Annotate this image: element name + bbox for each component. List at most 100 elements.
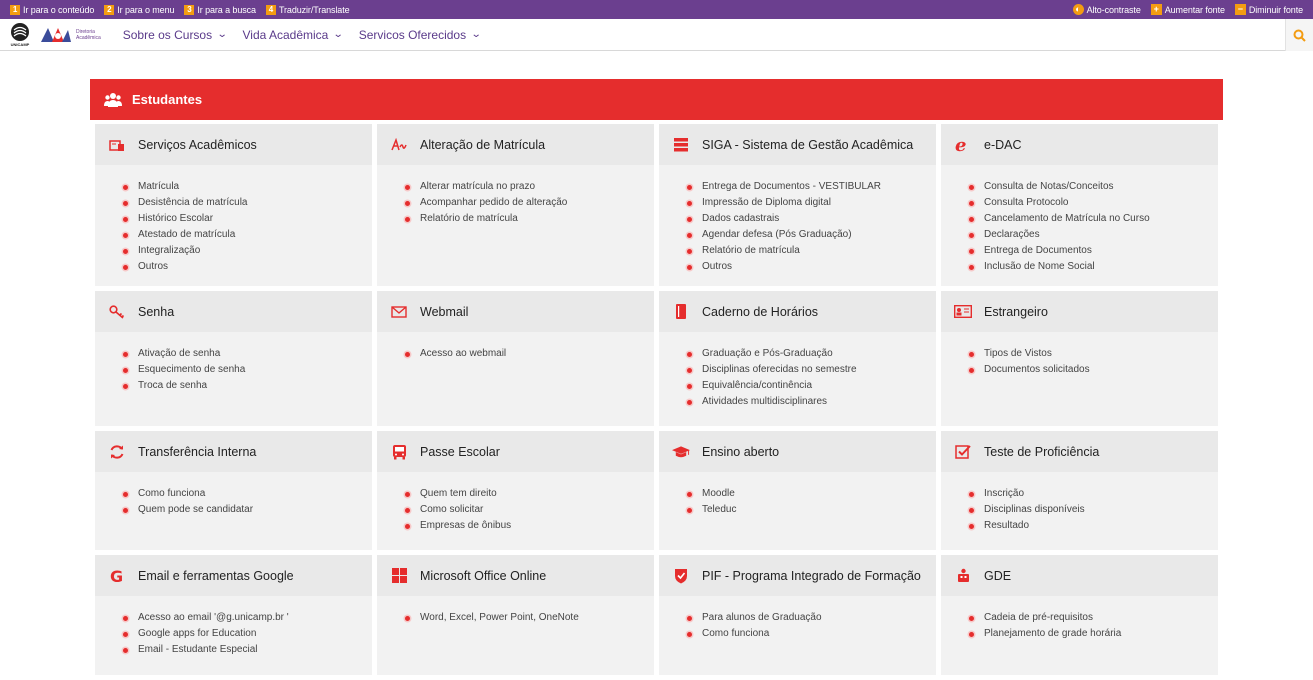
service-link[interactable]: Teleduc [687,502,936,518]
service-link[interactable]: Atestado de matrícula [123,227,372,243]
nav-servicos-oferecidos[interactable]: Servicos Oferecidos ⌄ [359,28,482,42]
skip-to-menu-link[interactable]: 2 Ir para o menu [104,4,175,15]
service-card-header[interactable]: e e-DAC [941,124,1218,165]
service-link[interactable]: Acompanhar pedido de alteração [405,195,654,211]
service-link[interactable]: Google apps for Education [123,626,372,642]
service-link[interactable]: Para alunos de Graduação [687,610,936,626]
service-card-header[interactable]: PIF - Programa Integrado de Formação [659,555,936,596]
nav-sobre-os-cursos[interactable]: Sobre os Cursos ⌄ [123,28,228,42]
service-link[interactable]: Graduação e Pós-Graduação [687,346,936,362]
service-link[interactable]: Cancelamento de Matrícula no Curso [969,211,1218,227]
service-link[interactable]: Alterar matrícula no prazo [405,179,654,195]
dac-logo[interactable]: Diretoria Acadêmica [40,26,101,44]
service-card-header[interactable]: G Email e ferramentas Google [95,555,372,596]
service-card-title: Passe Escolar [420,444,500,459]
unicamp-logo[interactable]: UNICAMP [8,22,32,48]
service-link[interactable]: Disciplinas oferecidas no semestre [687,362,936,378]
service-card-header[interactable]: Serviços Acadêmicos [95,124,372,165]
service-link[interactable]: Histórico Escolar [123,211,372,227]
service-link[interactable]: Integralização [123,243,372,259]
service-link[interactable]: Agendar defesa (Pós Graduação) [687,227,936,243]
high-contrast-button[interactable]: ◐ Alto-contraste [1072,4,1141,15]
service-link[interactable]: Inscrição [969,486,1218,502]
service-card-header[interactable]: Webmail [377,291,654,332]
shortcut-badge: 3 [184,4,195,15]
bullet-icon [123,216,128,222]
section-title: Estudantes [132,92,203,107]
service-link[interactable]: Outros [123,259,372,275]
bullet-icon [123,184,128,190]
service-link-label: Como funciona [138,488,206,499]
service-link[interactable]: Matrícula [123,179,372,195]
increase-font-button[interactable]: + Aumentar fonte [1150,4,1225,15]
bullet-icon [123,248,128,254]
skip-to-search-link[interactable]: 3 Ir para a busca [184,4,256,15]
service-card-header[interactable]: Ensino aberto [659,431,936,472]
service-link[interactable]: Relatório de matrícula [687,243,936,259]
service-link[interactable]: Entrega de Documentos - VESTIBULAR [687,179,936,195]
service-link[interactable]: Quem tem direito [405,486,654,502]
service-link-label: Documentos solicitados [984,364,1090,375]
service-card-header[interactable]: Senha [95,291,372,332]
service-card-header[interactable]: Alteração de Matrícula [377,124,654,165]
service-link[interactable]: Email - Estudante Especial [123,642,372,658]
service-link[interactable]: Ativação de senha [123,346,372,362]
service-card-header[interactable]: Passe Escolar [377,431,654,472]
service-link[interactable]: Como funciona [123,486,372,502]
service-link[interactable]: Dados cadastrais [687,211,936,227]
decrease-font-button[interactable]: − Diminuir fonte [1234,4,1303,15]
service-link[interactable]: Relatório de matrícula [405,211,654,227]
service-link-list: Entrega de Documentos - VESTIBULAR Impres… [687,179,936,275]
service-card: Alteração de Matrícula Alterar matrícula … [377,124,654,286]
service-card-title: Serviços Acadêmicos [138,137,257,152]
service-link[interactable]: Inclusão de Nome Social [969,259,1218,275]
service-link[interactable]: Cadeia de pré-requisitos [969,610,1218,626]
service-link[interactable]: Documentos solicitados [969,362,1218,378]
service-link[interactable]: Como funciona [687,626,936,642]
service-link[interactable]: Disciplinas disponíveis [969,502,1218,518]
service-link[interactable]: Word, Excel, Power Point, OneNote [405,610,654,626]
translate-link[interactable]: 4 Traduzir/Translate [265,4,350,15]
service-link-label: Moodle [702,488,735,499]
service-card-header[interactable]: Teste de Proficiência [941,431,1218,472]
service-link[interactable]: Consulta de Notas/Conceitos [969,179,1218,195]
service-link-label: Quem pode se candidatar [138,504,254,515]
service-card-header[interactable]: Transferência Interna [95,431,372,472]
nav-vida-academica[interactable]: Vida Acadêmica ⌄ [243,28,344,42]
service-card-header[interactable]: GDE [941,555,1218,596]
service-link[interactable]: Resultado [969,518,1218,534]
service-link[interactable]: Moodle [687,486,936,502]
service-link[interactable]: Declarações [969,227,1218,243]
service-link[interactable]: Desistência de matrícula [123,195,372,211]
service-card-header[interactable]: SIGA - Sistema de Gestão Acadêmica [659,124,936,165]
service-link-label: Matrícula [138,181,180,192]
service-link[interactable]: Impressão de Diploma digital [687,195,936,211]
service-link-label: Esquecimento de senha [138,364,246,375]
service-link-list: Acesso ao email '@g.unicamp.br ' Google a… [123,610,372,658]
service-link[interactable]: Atividades multidisciplinares [687,394,936,410]
service-link[interactable]: Tipos de Vistos [969,346,1218,362]
service-link[interactable]: Planejamento de grade horária [969,626,1218,642]
service-link-label: Inscrição [984,488,1025,499]
service-link[interactable]: Consulta Protocolo [969,195,1218,211]
service-link[interactable]: Esquecimento de senha [123,362,372,378]
service-card-header[interactable]: Estrangeiro [941,291,1218,332]
bus-icon [390,443,408,461]
service-link[interactable]: Como solicitar [405,502,654,518]
service-link[interactable]: Acesso ao email '@g.unicamp.br ' [123,610,372,626]
skip-to-content-link[interactable]: 1 Ir para o conteúdo [10,4,94,15]
search-button[interactable] [1285,19,1313,51]
service-link[interactable]: Equivalência/continência [687,378,936,394]
service-card-header[interactable]: Microsoft Office Online [377,555,654,596]
service-link-list: Consulta de Notas/Conceitos Consulta Prot… [969,179,1218,275]
service-link[interactable]: Acesso ao webmail [405,346,654,362]
service-link[interactable]: Entrega de Documentos [969,243,1218,259]
bullet-icon [969,200,974,206]
refresh-icon [108,443,126,461]
service-link[interactable]: Empresas de ônibus [405,518,654,534]
service-link[interactable]: Troca de senha [123,378,372,394]
service-link[interactable]: Quem pode se candidatar [123,502,372,518]
service-link[interactable]: Outros [687,259,936,275]
service-link-label: Alterar matrícula no prazo [420,181,536,192]
service-card-header[interactable]: Caderno de Horários [659,291,936,332]
